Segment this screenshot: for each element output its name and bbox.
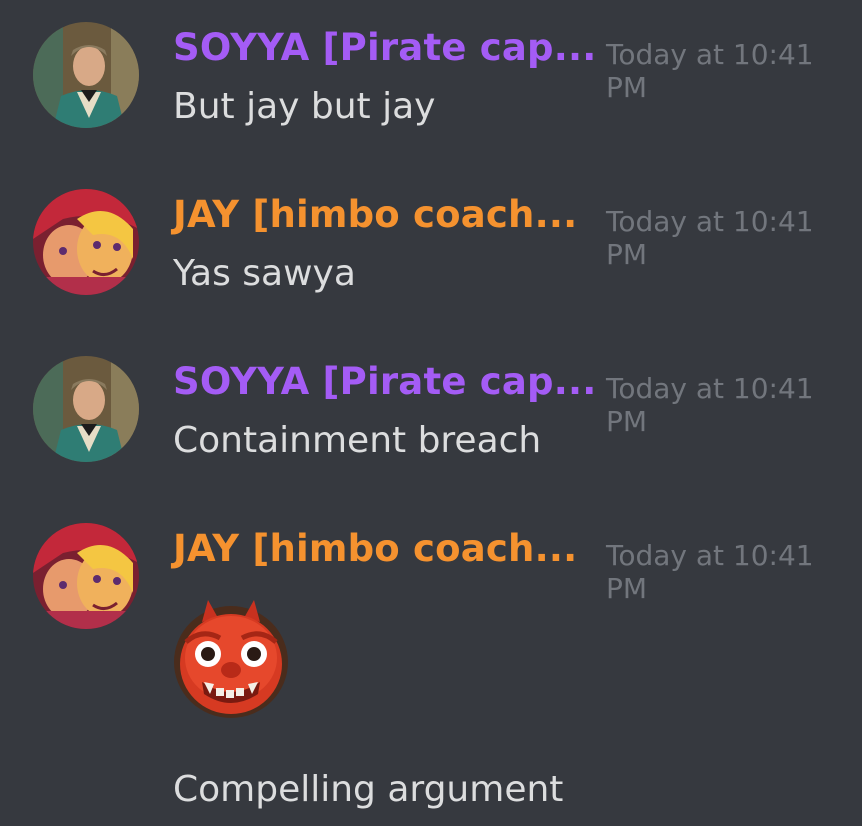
timestamp: Today at 10:41 PM (606, 205, 814, 271)
timestamp: Today at 10:41 PM (606, 372, 814, 438)
message-text: Containment breach (173, 420, 542, 461)
timestamp: Today at 10:41 PM (606, 539, 814, 605)
message-text: Compelling argument (173, 769, 564, 810)
soyya-avatar-image (33, 356, 139, 462)
username[interactable]: JAY [himbo coach... (173, 193, 577, 236)
username[interactable]: JAY [himbo coach... (173, 527, 577, 570)
message-text: But jay but jay (173, 86, 436, 127)
avatar[interactable] (33, 356, 139, 462)
avatar[interactable] (33, 22, 139, 128)
message-text: Yas sawya (173, 253, 356, 294)
soyya-avatar-image (33, 22, 139, 128)
username[interactable]: SOYYA [Pirate cap... (173, 360, 596, 403)
message-header: SOYYA [Pirate cap... (173, 26, 596, 76)
message-header: SOYYA [Pirate cap... (173, 360, 596, 410)
oni-emoji-icon[interactable] (172, 598, 290, 720)
jay-avatar-image (33, 189, 139, 295)
chat-messages: SOYYA [Pirate cap... Today at 10:41 PM B… (0, 0, 862, 826)
avatar[interactable] (33, 189, 139, 295)
timestamp: Today at 10:41 PM (606, 38, 814, 104)
message-header: JAY [himbo coach... (173, 527, 577, 577)
username[interactable]: SOYYA [Pirate cap... (173, 26, 596, 69)
avatar[interactable] (33, 523, 139, 629)
message-header: JAY [himbo coach... (173, 193, 577, 243)
jay-avatar-image (33, 523, 139, 629)
